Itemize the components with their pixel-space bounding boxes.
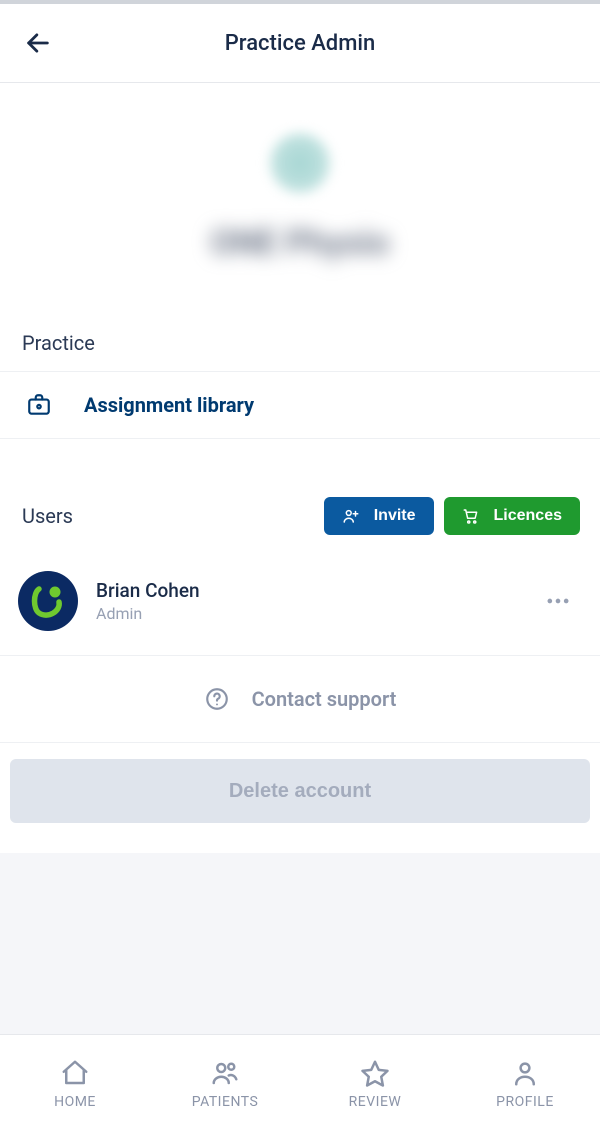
nav-patients[interactable]: PATIENTS bbox=[150, 1035, 300, 1132]
nav-label: REVIEW bbox=[349, 1094, 402, 1110]
practice-banner: ONE Physio bbox=[0, 83, 600, 313]
contact-support-label: Contact support bbox=[252, 687, 397, 711]
delete-account-button[interactable]: Delete account bbox=[10, 759, 590, 823]
practice-name: ONE Physio bbox=[211, 223, 390, 263]
briefcase-medical-icon bbox=[22, 392, 56, 418]
people-icon bbox=[210, 1058, 240, 1088]
invite-button[interactable]: Invite bbox=[324, 497, 434, 535]
delete-account-section: Delete account bbox=[0, 743, 600, 853]
spacer bbox=[0, 439, 600, 479]
home-icon bbox=[60, 1058, 90, 1088]
dots-horizontal-icon bbox=[544, 587, 572, 615]
nav-review[interactable]: REVIEW bbox=[300, 1035, 450, 1132]
user-plus-icon bbox=[342, 507, 360, 525]
user-role: Admin bbox=[96, 604, 520, 623]
page-title: Practice Admin bbox=[0, 31, 600, 56]
assignment-library-row[interactable]: Assignment library bbox=[0, 372, 600, 438]
nav-profile[interactable]: PROFILE bbox=[450, 1035, 600, 1132]
app-root: Practice Admin ONE Physio Practice Assig… bbox=[0, 0, 600, 1132]
avatar-logo-icon bbox=[26, 579, 70, 623]
users-header: Users Invite Licences bbox=[0, 479, 600, 549]
back-button[interactable] bbox=[18, 23, 58, 63]
users-actions: Invite Licences bbox=[324, 497, 580, 535]
bottom-nav: HOME PATIENTS REVIEW PROFILE bbox=[0, 1034, 600, 1132]
help-circle-icon bbox=[204, 686, 230, 712]
contact-support-button[interactable]: Contact support bbox=[0, 656, 600, 742]
cart-icon bbox=[462, 507, 480, 525]
person-icon bbox=[510, 1058, 540, 1088]
avatar bbox=[18, 571, 78, 631]
assignment-library-label: Assignment library bbox=[84, 393, 254, 417]
nav-label: PATIENTS bbox=[192, 1094, 259, 1110]
licences-label: Licences bbox=[494, 507, 562, 525]
nav-label: HOME bbox=[54, 1094, 96, 1110]
practice-logo bbox=[270, 133, 330, 193]
header: Practice Admin bbox=[0, 4, 600, 82]
arrow-left-icon bbox=[24, 29, 52, 57]
more-button[interactable] bbox=[538, 581, 578, 621]
nav-home[interactable]: HOME bbox=[0, 1035, 150, 1132]
bottom-gap bbox=[0, 853, 600, 1034]
nav-label: PROFILE bbox=[496, 1094, 554, 1110]
invite-label: Invite bbox=[374, 507, 416, 525]
user-name: Brian Cohen bbox=[96, 579, 520, 602]
user-info: Brian Cohen Admin bbox=[96, 579, 520, 623]
user-row[interactable]: Brian Cohen Admin bbox=[0, 549, 600, 655]
star-icon bbox=[360, 1058, 390, 1088]
licences-button[interactable]: Licences bbox=[444, 497, 580, 535]
section-label-practice: Practice bbox=[0, 313, 600, 371]
section-label-users: Users bbox=[22, 504, 73, 528]
delete-account-label: Delete account bbox=[229, 780, 371, 802]
